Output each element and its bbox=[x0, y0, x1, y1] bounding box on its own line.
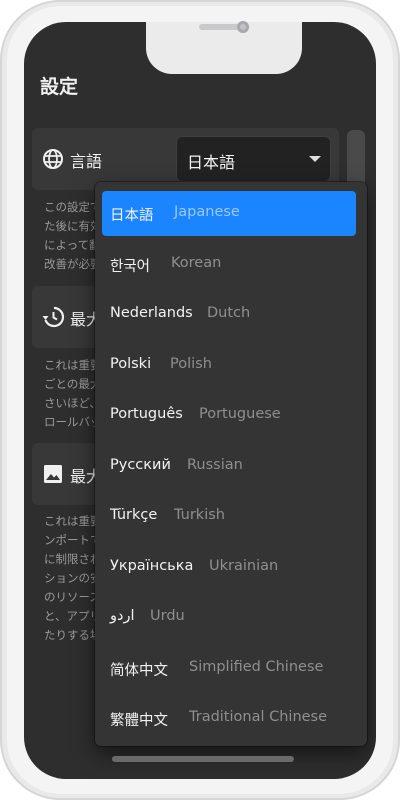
option-native-name: Türkçe bbox=[110, 507, 158, 523]
image-icon bbox=[44, 465, 62, 483]
option-english-name: Portuguese bbox=[199, 406, 281, 422]
option-english-name: Traditional Chinese bbox=[189, 709, 328, 725]
option-native-name: 简体中文 bbox=[110, 663, 168, 679]
language-dropdown-menu: 日本語 Japanese 한국어 Korean Nederlands Dutch… bbox=[95, 182, 367, 746]
option-native-name: 日本語 bbox=[110, 208, 154, 224]
front-camera bbox=[237, 21, 249, 33]
language-option-japanese[interactable]: 日本語 Japanese bbox=[102, 191, 356, 236]
history-icon bbox=[42, 306, 65, 328]
option-native-name: 한국어 bbox=[110, 259, 151, 275]
language-setting-label: 言語 bbox=[70, 152, 103, 171]
chevron-down-icon bbox=[309, 156, 321, 162]
language-option-urdu[interactable]: اردو Urdu bbox=[102, 595, 356, 640]
option-english-name: Japanese bbox=[174, 204, 240, 220]
language-option-ukrainian[interactable]: Українська Ukrainian bbox=[102, 545, 356, 590]
language-option-dutch[interactable]: Nederlands Dutch bbox=[102, 292, 356, 337]
option-english-name: Russian bbox=[187, 457, 243, 473]
option-english-name: Dutch bbox=[207, 305, 251, 321]
option-english-name: Urdu bbox=[150, 608, 185, 624]
option-native-name: Nederlands bbox=[110, 305, 193, 321]
globe-icon bbox=[43, 149, 63, 169]
language-option-traditional-chinese[interactable]: 繁體中文 Traditional Chinese bbox=[102, 696, 356, 741]
option-native-name: 繁體中文 bbox=[110, 713, 168, 729]
page-title: 設定 bbox=[40, 76, 79, 98]
option-english-name: Simplified Chinese bbox=[189, 659, 324, 675]
option-english-name: Korean bbox=[171, 255, 222, 271]
language-select-value: 日本語 bbox=[187, 153, 236, 172]
option-english-name: Polish bbox=[170, 356, 212, 372]
language-option-korean[interactable]: 한국어 Korean bbox=[102, 242, 356, 287]
option-native-name: Русский bbox=[110, 457, 171, 473]
notch bbox=[146, 22, 302, 74]
option-native-name: اردو bbox=[110, 608, 135, 624]
language-option-polish[interactable]: Polski Polish bbox=[102, 343, 356, 388]
language-select[interactable]: 日本語 bbox=[176, 136, 331, 182]
option-native-name: Українська bbox=[110, 558, 194, 574]
language-option-russian[interactable]: Русский Russian bbox=[102, 444, 356, 489]
scrollbar-thumb[interactable] bbox=[347, 130, 365, 190]
option-english-name: Turkish bbox=[174, 507, 225, 523]
app-screen: 設定 言語 日本語 この設定で た後に有効 によって翻 改善が必要 最大 これは… bbox=[24, 22, 376, 779]
language-option-turkish[interactable]: Türkçe Turkish bbox=[102, 494, 356, 539]
language-option-simplified-chinese[interactable]: 简体中文 Simplified Chinese bbox=[102, 646, 356, 691]
home-indicator[interactable] bbox=[112, 756, 294, 762]
option-native-name: Polski bbox=[110, 356, 152, 372]
language-option-portuguese[interactable]: Português Portuguese bbox=[102, 393, 356, 438]
option-english-name: Ukrainian bbox=[209, 558, 279, 574]
option-native-name: Português bbox=[110, 406, 183, 422]
